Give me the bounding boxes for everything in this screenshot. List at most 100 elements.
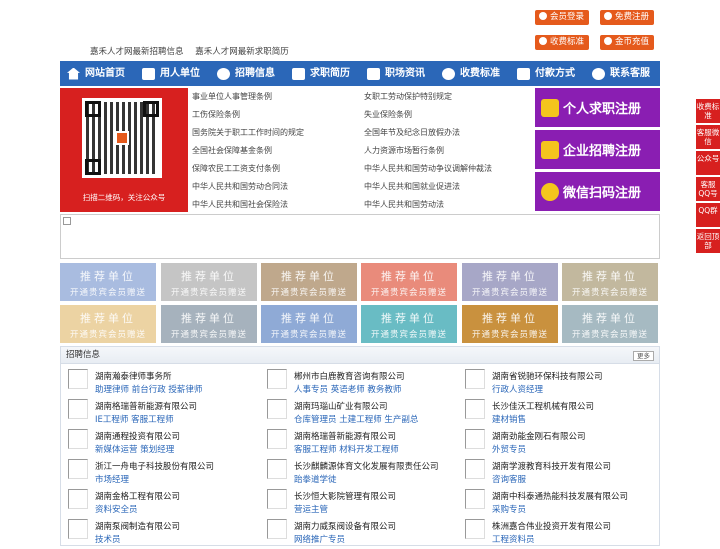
- nav-employers[interactable]: 用人单位: [136, 61, 211, 86]
- nav-home[interactable]: 网站首页: [60, 61, 136, 86]
- float-service-qq[interactable]: 客服QQ号: [696, 177, 720, 201]
- banner-ad[interactable]: [60, 214, 660, 259]
- company-name[interactable]: 湖南通程投资有限公司: [95, 430, 180, 442]
- nav-resumes[interactable]: 求职简历: [286, 61, 361, 86]
- fee-standard-button[interactable]: 收费标准: [535, 35, 590, 50]
- company-name[interactable]: 郴州市白鹿教育咨询有限公司: [294, 370, 405, 382]
- float-official-account[interactable]: 公众号: [696, 151, 720, 175]
- recommend-slot[interactable]: 推荐单位 开通贵宾会员赠送: [261, 305, 357, 343]
- job-positions[interactable]: 助理律师 前台行政 授薪律师: [95, 383, 202, 395]
- job-positions[interactable]: 新媒体运营 策划经理: [95, 443, 174, 455]
- company-logo[interactable]: [465, 429, 485, 449]
- company-logo[interactable]: [465, 399, 485, 419]
- recommend-slot[interactable]: 推荐单位 开通贵宾会员赠送: [60, 263, 156, 301]
- law-link[interactable]: 中华人民共和国就业促进法: [364, 181, 460, 192]
- job-positions[interactable]: 技术员: [95, 533, 121, 545]
- recommend-slot[interactable]: 推荐单位 开通贵宾会员赠送: [60, 305, 156, 343]
- job-positions[interactable]: 网络推广专员: [294, 533, 345, 545]
- company-logo[interactable]: [267, 459, 287, 479]
- nav-fees[interactable]: 收费标准: [436, 61, 511, 86]
- company-logo[interactable]: [68, 369, 88, 389]
- job-positions[interactable]: 资料安全员: [95, 503, 138, 515]
- wechat-register-button[interactable]: 微信扫码注册: [535, 172, 660, 211]
- float-service-wechat[interactable]: 客服微信: [696, 125, 720, 149]
- company-name[interactable]: 株洲嘉合伟业投资开发有限公司: [492, 520, 611, 532]
- job-positions[interactable]: 仓库管理员 土建工程师 生产副总: [294, 413, 418, 425]
- company-name[interactable]: 湖南格瑞普新能源有限公司: [95, 400, 197, 412]
- recommend-slot[interactable]: 推荐单位 开通贵宾会员赠送: [361, 305, 457, 343]
- recommend-slot[interactable]: 推荐单位 开通贵宾会员赠送: [562, 305, 658, 343]
- recommend-slot[interactable]: 推荐单位 开通贵宾会员赠送: [261, 263, 357, 301]
- company-logo[interactable]: [68, 459, 88, 479]
- company-name[interactable]: 湖南玛瑙山矿业有限公司: [294, 400, 388, 412]
- job-positions[interactable]: 跆拳道学徒: [294, 473, 337, 485]
- company-name[interactable]: 湖南瀚泰律师事务所: [95, 370, 172, 382]
- law-link[interactable]: 保障农民工工资支付条例: [192, 163, 280, 174]
- law-link[interactable]: 中华人民共和国劳动合同法: [192, 181, 288, 192]
- job-positions[interactable]: 客服工程师 材料开发工程师: [294, 443, 399, 455]
- job-positions[interactable]: 营运主管: [294, 503, 328, 515]
- company-logo[interactable]: [68, 429, 88, 449]
- job-positions[interactable]: 工程资料员: [492, 533, 535, 545]
- company-name[interactable]: 湖南格瑞普新能源有限公司: [294, 430, 396, 442]
- job-positions[interactable]: 采购专员: [492, 503, 526, 515]
- law-link[interactable]: 全国社会保障基金条例: [192, 145, 272, 156]
- latest-jobs-link[interactable]: 嘉禾人才网最新招聘信息: [90, 47, 184, 57]
- company-name[interactable]: 湖南中科泰通热能科技发展有限公司: [492, 490, 628, 502]
- company-name[interactable]: 湖南金格工程有限公司: [95, 490, 180, 502]
- law-link[interactable]: 全国年节及纪念日放假办法: [364, 127, 460, 138]
- recommend-slot[interactable]: 推荐单位 开通贵宾会员赠送: [361, 263, 457, 301]
- law-link[interactable]: 事业单位人事管理条例: [192, 91, 272, 102]
- recommend-slot[interactable]: 推荐单位 开通贵宾会员赠送: [562, 263, 658, 301]
- job-positions[interactable]: 人事专员 英语老师 教务教师: [294, 383, 401, 395]
- job-positions[interactable]: 市场经理: [95, 473, 129, 485]
- company-name[interactable]: 浙江一舟电子科技股份有限公司: [95, 460, 214, 472]
- company-name[interactable]: 湖南力威泵阀设备有限公司: [294, 520, 396, 532]
- float-back-to-top[interactable]: 返回顶部: [696, 229, 720, 253]
- recommend-slot[interactable]: 推荐单位 开通贵宾会员赠送: [462, 263, 558, 301]
- company-name[interactable]: 湖南劲能金刚石有限公司: [492, 430, 586, 442]
- latest-resumes-link[interactable]: 嘉禾人才网最新求职简历: [195, 47, 289, 57]
- float-fee-standard[interactable]: 收费标准: [696, 99, 720, 123]
- job-positions[interactable]: 行政人资经理: [492, 383, 543, 395]
- company-logo[interactable]: [465, 459, 485, 479]
- law-link[interactable]: 女职工劳动保护特别规定: [364, 91, 452, 102]
- recommend-slot[interactable]: 推荐单位 开通贵宾会员赠送: [161, 263, 257, 301]
- job-positions[interactable]: 建材销售: [492, 413, 526, 425]
- recommend-slot[interactable]: 推荐单位 开通贵宾会员赠送: [161, 305, 257, 343]
- company-logo[interactable]: [68, 489, 88, 509]
- personal-register-button[interactable]: 个人求职注册: [535, 88, 660, 127]
- company-name[interactable]: 湖南省锐驰环保科技有限公司: [492, 370, 603, 382]
- company-logo[interactable]: [465, 519, 485, 539]
- job-positions[interactable]: 外贸专员: [492, 443, 526, 455]
- company-name[interactable]: 湖南泵阀制造有限公司: [95, 520, 180, 532]
- free-register-button[interactable]: 免费注册: [600, 10, 655, 25]
- job-positions[interactable]: IE工程师 客服工程师: [95, 413, 174, 425]
- company-logo[interactable]: [267, 399, 287, 419]
- nav-news[interactable]: 职场资讯: [361, 61, 436, 86]
- float-qq-group[interactable]: QQ群: [696, 203, 720, 227]
- member-login-button[interactable]: 会员登录: [535, 10, 590, 25]
- recommend-slot[interactable]: 推荐单位 开通贵宾会员赠送: [462, 305, 558, 343]
- company-name[interactable]: 长沙恒大影院管理有限公司: [294, 490, 396, 502]
- company-logo[interactable]: [68, 399, 88, 419]
- law-link[interactable]: 工伤保险条例: [192, 109, 240, 120]
- nav-payment[interactable]: 付款方式: [511, 61, 586, 86]
- company-logo[interactable]: [267, 369, 287, 389]
- company-logo[interactable]: [465, 489, 485, 509]
- company-logo[interactable]: [267, 429, 287, 449]
- law-link[interactable]: 国务院关于职工工作时间的规定: [192, 127, 304, 138]
- company-name[interactable]: 长沙麒麟源体育文化发展有限责任公司: [294, 460, 439, 472]
- nav-contact[interactable]: 联系客服: [586, 61, 660, 86]
- coin-recharge-button[interactable]: 金币充值: [600, 35, 655, 50]
- law-link[interactable]: 中华人民共和国劳动争议调解仲裁法: [364, 163, 492, 174]
- company-name[interactable]: 长沙佳沃工程机械有限公司: [492, 400, 594, 412]
- job-positions[interactable]: 咨询客服: [492, 473, 526, 485]
- law-link[interactable]: 失业保险条例: [364, 109, 412, 120]
- law-link[interactable]: 中华人民共和国社会保险法: [192, 199, 288, 210]
- law-link[interactable]: 人力资源市场暂行条例: [364, 145, 444, 156]
- law-link[interactable]: 中华人民共和国劳动法: [364, 199, 444, 210]
- company-name[interactable]: 湖南学渡教育科技开发有限公司: [492, 460, 611, 472]
- company-logo[interactable]: [68, 519, 88, 539]
- company-logo[interactable]: [267, 519, 287, 539]
